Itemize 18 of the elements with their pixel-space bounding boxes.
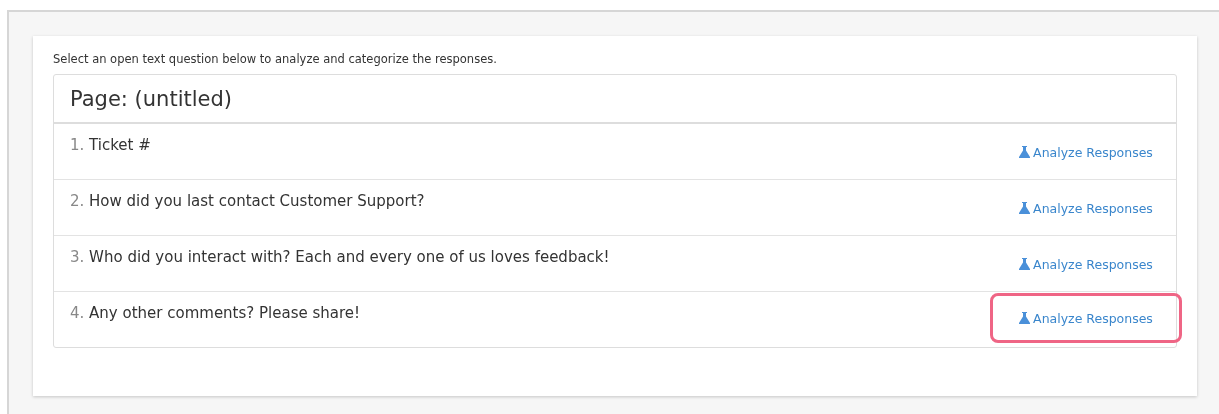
analyze-responses-link[interactable]: Analyze Responses <box>1019 200 1153 216</box>
flask-icon <box>1019 202 1031 214</box>
question-number: 4. <box>70 304 85 322</box>
question-number: 3. <box>70 248 85 266</box>
question-number: 1. <box>70 136 85 154</box>
flask-icon <box>1019 258 1031 270</box>
question-text: Any other comments? Please share! <box>89 304 361 322</box>
question-number: 2. <box>70 192 85 210</box>
question-text: Ticket # <box>89 136 151 154</box>
question-text: How did you last contact Customer Support? <box>89 192 425 210</box>
analyze-responses-link[interactable]: Analyze Responses <box>1019 144 1153 160</box>
flask-icon <box>1019 146 1031 158</box>
page-title: Page: (untitled) <box>70 86 232 111</box>
analyze-responses-link[interactable]: Analyze Responses <box>1019 310 1153 326</box>
intro-text: Select an open text question below to analyze and categorize the responses. <box>53 52 498 66</box>
question-text: Who did you interact with? Each and every one of us loves feedback! <box>89 248 610 266</box>
analyze-responses-link[interactable]: Analyze Responses <box>1019 256 1153 272</box>
flask-icon <box>1019 312 1031 324</box>
